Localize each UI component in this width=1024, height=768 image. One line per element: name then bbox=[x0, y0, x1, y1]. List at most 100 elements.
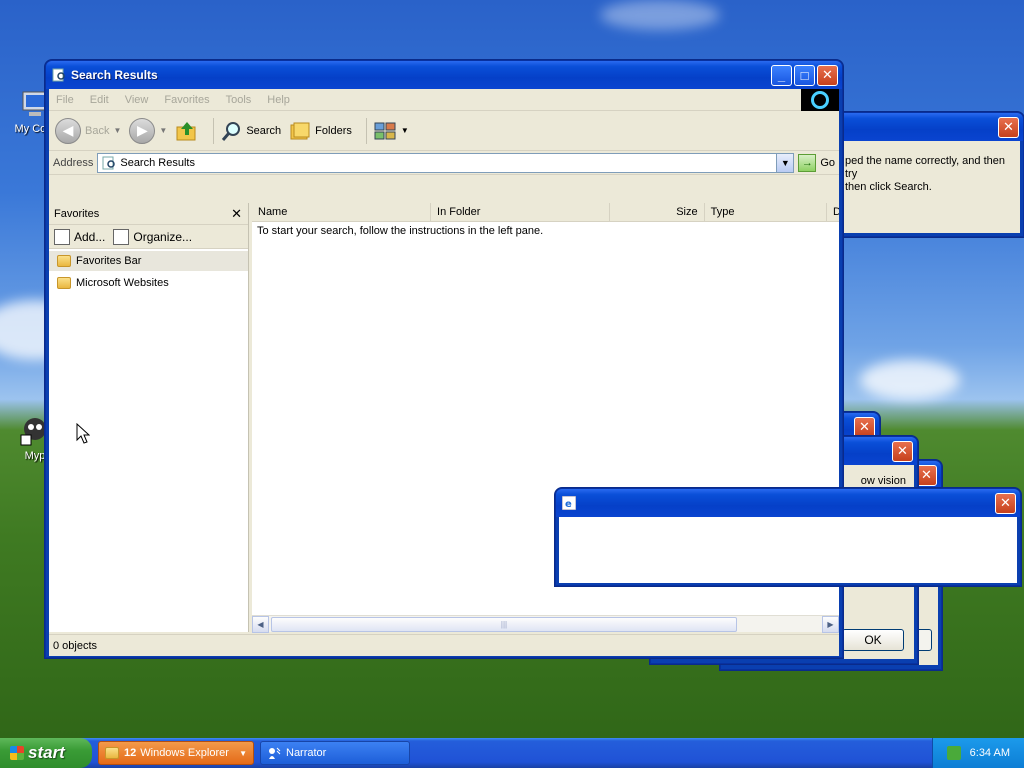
close-button[interactable]: ✕ bbox=[916, 464, 937, 486]
chevron-down-icon[interactable]: ▼ bbox=[159, 126, 167, 135]
close-icon[interactable]: ✕ bbox=[231, 206, 242, 222]
scroll-thumb[interactable]: ||| bbox=[271, 616, 737, 632]
folder-icon bbox=[105, 747, 119, 759]
close-button[interactable]: ✕ bbox=[995, 492, 1016, 514]
narrator-icon bbox=[269, 747, 281, 759]
dialog-body: ped the name correctly, and then try the… bbox=[839, 141, 1020, 233]
organize-favorites-button[interactable]: Organize... bbox=[113, 228, 192, 245]
address-label: Address bbox=[53, 156, 94, 169]
maximize-button[interactable]: □ bbox=[794, 64, 815, 86]
forward-arrow-icon: ▶ bbox=[129, 117, 156, 144]
system-tray: 6:34 AM bbox=[932, 738, 1024, 768]
menu-view[interactable]: View bbox=[118, 94, 158, 106]
mouse-cursor-icon bbox=[76, 423, 90, 444]
favorites-item-label: Favorites Bar bbox=[76, 255, 142, 267]
add-favorite-icon bbox=[54, 228, 70, 245]
favorites-item[interactable]: Microsoft Websites bbox=[49, 273, 248, 293]
column-name[interactable]: Name bbox=[252, 203, 432, 221]
ie-icon: e bbox=[562, 496, 576, 510]
dialog-text: ped the name correctly, and then try bbox=[845, 155, 1006, 180]
views-button[interactable]: ▼ bbox=[373, 120, 409, 142]
up-folder-button[interactable] bbox=[175, 120, 199, 142]
dialog-text: then click Search. bbox=[845, 181, 932, 193]
network-icon[interactable] bbox=[946, 746, 961, 760]
close-button[interactable]: ✕ bbox=[854, 416, 875, 438]
forward-button[interactable]: ▶ ▼ bbox=[129, 117, 167, 144]
windows-flag-icon bbox=[10, 746, 24, 760]
search-icon bbox=[222, 121, 241, 141]
add-label: Add... bbox=[74, 229, 106, 244]
dialog-text: ow vision bbox=[860, 475, 906, 487]
menu-tools[interactable]: Tools bbox=[219, 94, 261, 106]
svg-text:e: e bbox=[565, 499, 572, 510]
windows-logo-throbber bbox=[801, 88, 839, 111]
folders-button[interactable]: Folders bbox=[289, 120, 352, 142]
column-type[interactable]: Type bbox=[705, 203, 827, 221]
favorites-title: Favorites bbox=[54, 207, 100, 220]
chevron-down-icon[interactable]: ▼ bbox=[113, 126, 121, 135]
add-favorite-button[interactable]: Add... bbox=[54, 228, 106, 245]
favorites-item-label: Microsoft Websites bbox=[76, 277, 169, 289]
close-button[interactable]: ✕ bbox=[998, 116, 1019, 138]
ok-button[interactable]: OK bbox=[842, 629, 904, 651]
toolbar: ◀ Back ▼ ▶ ▼ Search Folders ▼ bbox=[49, 111, 839, 151]
taskbar-item-narrator[interactable]: Narrator bbox=[260, 741, 410, 765]
back-arrow-icon: ◀ bbox=[55, 117, 81, 144]
menu-file[interactable]: File bbox=[49, 94, 83, 106]
column-in-folder[interactable]: In Folder bbox=[431, 203, 611, 221]
address-input[interactable]: Search Results ▼ bbox=[97, 152, 795, 173]
task-count: 12 bbox=[124, 747, 137, 759]
column-headers: Name In Folder Size Type D bbox=[252, 203, 839, 222]
cloud bbox=[860, 360, 960, 400]
status-text: 0 objects bbox=[53, 639, 98, 652]
minimize-button[interactable]: _ bbox=[771, 64, 792, 86]
address-value: Search Results bbox=[120, 156, 195, 169]
folders-label: Folders bbox=[315, 124, 352, 137]
window-titlebar: Search Results _ □ ✕ bbox=[46, 61, 842, 89]
favorites-item[interactable]: Favorites Bar bbox=[49, 251, 248, 271]
menu-favorites[interactable]: Favorites bbox=[157, 94, 218, 106]
column-date[interactable]: D bbox=[827, 203, 839, 221]
close-button[interactable]: ✕ bbox=[892, 440, 913, 462]
task-label: Narrator bbox=[286, 747, 327, 759]
column-size[interactable]: Size bbox=[610, 203, 705, 221]
menu-edit[interactable]: Edit bbox=[83, 94, 118, 106]
close-button[interactable]: ✕ bbox=[817, 64, 838, 86]
horizontal-scrollbar[interactable]: ◀ ||| ▶ bbox=[252, 615, 839, 633]
dialog-content bbox=[559, 517, 1017, 583]
folder-icon bbox=[57, 255, 71, 267]
search-results-icon bbox=[102, 156, 116, 169]
search-instructions: To start your search, follow the instruc… bbox=[257, 225, 544, 237]
views-icon bbox=[374, 122, 396, 139]
start-label: start bbox=[28, 743, 65, 762]
go-label: Go bbox=[820, 156, 835, 169]
organize-icon bbox=[113, 228, 130, 245]
chevron-down-icon[interactable]: ▼ bbox=[401, 126, 409, 135]
address-bar: Address Search Results ▼ → Go bbox=[49, 151, 839, 175]
favorites-pane: Favorites ✕ Add... Organize... Favorites… bbox=[49, 203, 249, 632]
taskbar-group-windows-explorer[interactable]: 12 Windows Explorer ▼ bbox=[98, 741, 254, 765]
scroll-right-icon[interactable]: ▶ bbox=[822, 615, 839, 633]
clock[interactable]: 6:34 AM bbox=[970, 747, 1010, 759]
search-button[interactable]: Search bbox=[220, 120, 281, 142]
task-label: Windows Explorer bbox=[140, 747, 229, 759]
search-window-icon bbox=[52, 68, 65, 82]
start-button[interactable]: start bbox=[0, 738, 92, 768]
go-button[interactable]: → Go bbox=[798, 153, 835, 172]
toolbar-separator bbox=[213, 117, 215, 144]
menu-bar: File Edit View Favorites Tools Help bbox=[49, 88, 839, 111]
chevron-down-icon: ▼ bbox=[239, 748, 247, 758]
cloud bbox=[600, 0, 720, 30]
menu-help[interactable]: Help bbox=[260, 94, 299, 106]
back-button[interactable]: ◀ Back ▼ bbox=[55, 117, 121, 144]
back-label: Back bbox=[85, 124, 110, 137]
chevron-down-icon[interactable]: ▼ bbox=[776, 153, 794, 172]
empty-dialog: e ✕ bbox=[555, 488, 1021, 586]
status-bar: 0 objects bbox=[49, 634, 839, 656]
background-dialog: ✕ ped the name correctly, and then try t… bbox=[835, 112, 1024, 237]
favorites-header: Favorites ✕ bbox=[49, 203, 248, 225]
go-arrow-icon: → bbox=[798, 153, 817, 172]
taskbar: start 12 Windows Explorer ▼ Narrator 6:3… bbox=[0, 738, 1024, 768]
scroll-left-icon[interactable]: ◀ bbox=[252, 615, 269, 633]
window-title: Search Results bbox=[71, 68, 158, 82]
